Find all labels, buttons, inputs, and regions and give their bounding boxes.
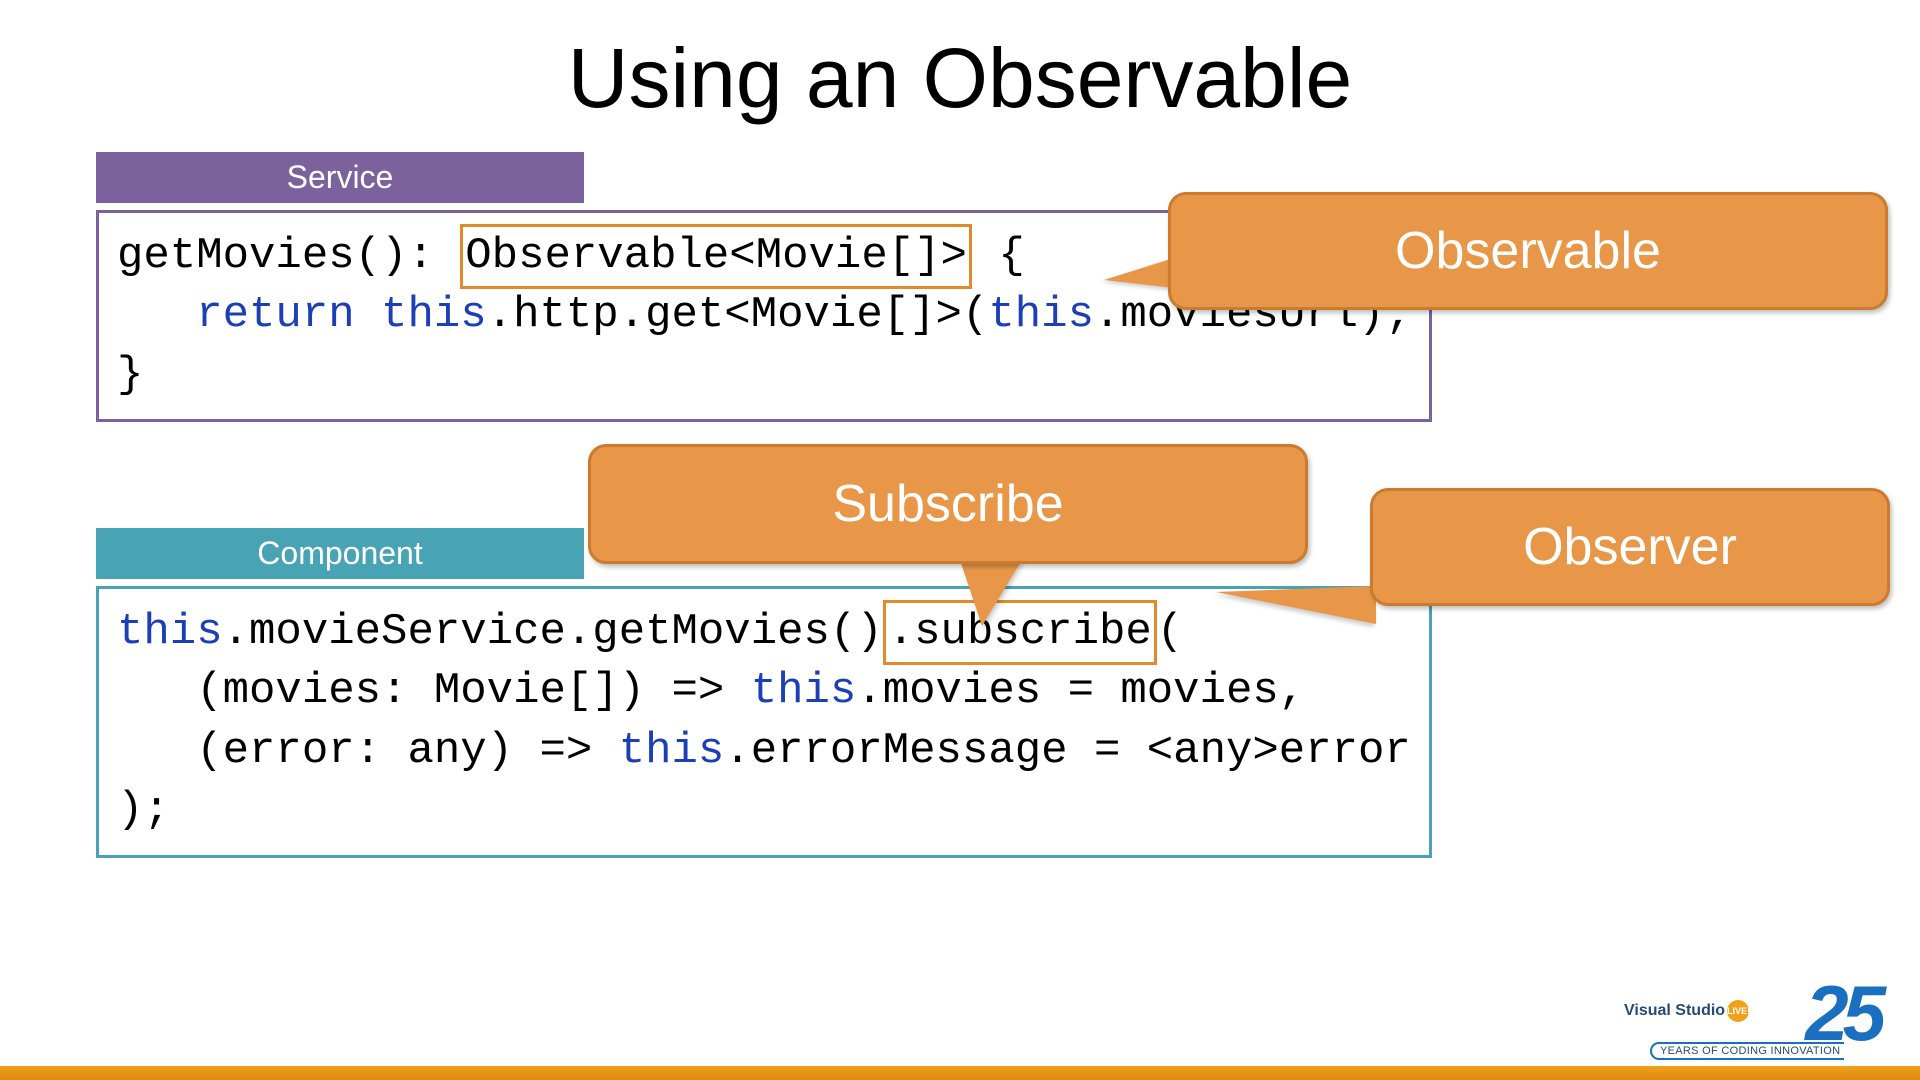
observable-callout: Observable [1168, 192, 1888, 310]
code-text: (movies: Movie[]) => [117, 666, 751, 716]
observable-callout-tail [1104, 258, 1174, 288]
code-text: .http.get<Movie[]>( [487, 290, 989, 340]
code-keyword: this [619, 726, 725, 776]
code-text: .errorMessage = <any>error [724, 726, 1411, 776]
logo-brand: Visual Studio [1624, 1002, 1725, 1019]
subscribe-callout-tail [960, 560, 1022, 626]
code-text: (error: any) => [117, 726, 619, 776]
subscribe-callout: Subscribe [588, 444, 1308, 564]
code-text: ( [1157, 607, 1183, 657]
slide-title: Using an Observable [0, 30, 1920, 127]
logo-brand-text: Visual StudioLIVE! [1624, 1000, 1749, 1022]
vslive-logo: Visual StudioLIVE! 25 YEARS OF CODING IN… [1660, 974, 1880, 1054]
observer-callout-tail [1216, 586, 1376, 624]
slide: Using an Observable Service getMovies():… [0, 0, 1920, 1080]
code-text [117, 290, 196, 340]
code-keyword: this [988, 290, 1094, 340]
footer-accent-bar [0, 1066, 1920, 1080]
service-panel-label: Service [96, 152, 584, 203]
code-keyword: this [751, 666, 857, 716]
component-panel-label: Component [96, 528, 584, 579]
code-text: getMovies(): [117, 231, 460, 281]
code-text: { [972, 231, 1025, 281]
code-text: } [117, 350, 143, 400]
observable-type-highlight: Observable<Movie[]> [460, 224, 972, 289]
code-text: .movieService.getMovies() [223, 607, 883, 657]
code-keyword: this [117, 607, 223, 657]
component-code-block: this.movieService.getMovies().subscribe(… [96, 586, 1432, 858]
logo-live-badge: LIVE! [1727, 1000, 1749, 1022]
code-keyword: return this [196, 290, 486, 340]
code-text: ); [117, 785, 170, 835]
code-text: .movies = movies, [856, 666, 1305, 716]
observer-callout: Observer [1370, 488, 1890, 606]
logo-tagline: YEARS OF CODING INNOVATION [1650, 1042, 1844, 1060]
